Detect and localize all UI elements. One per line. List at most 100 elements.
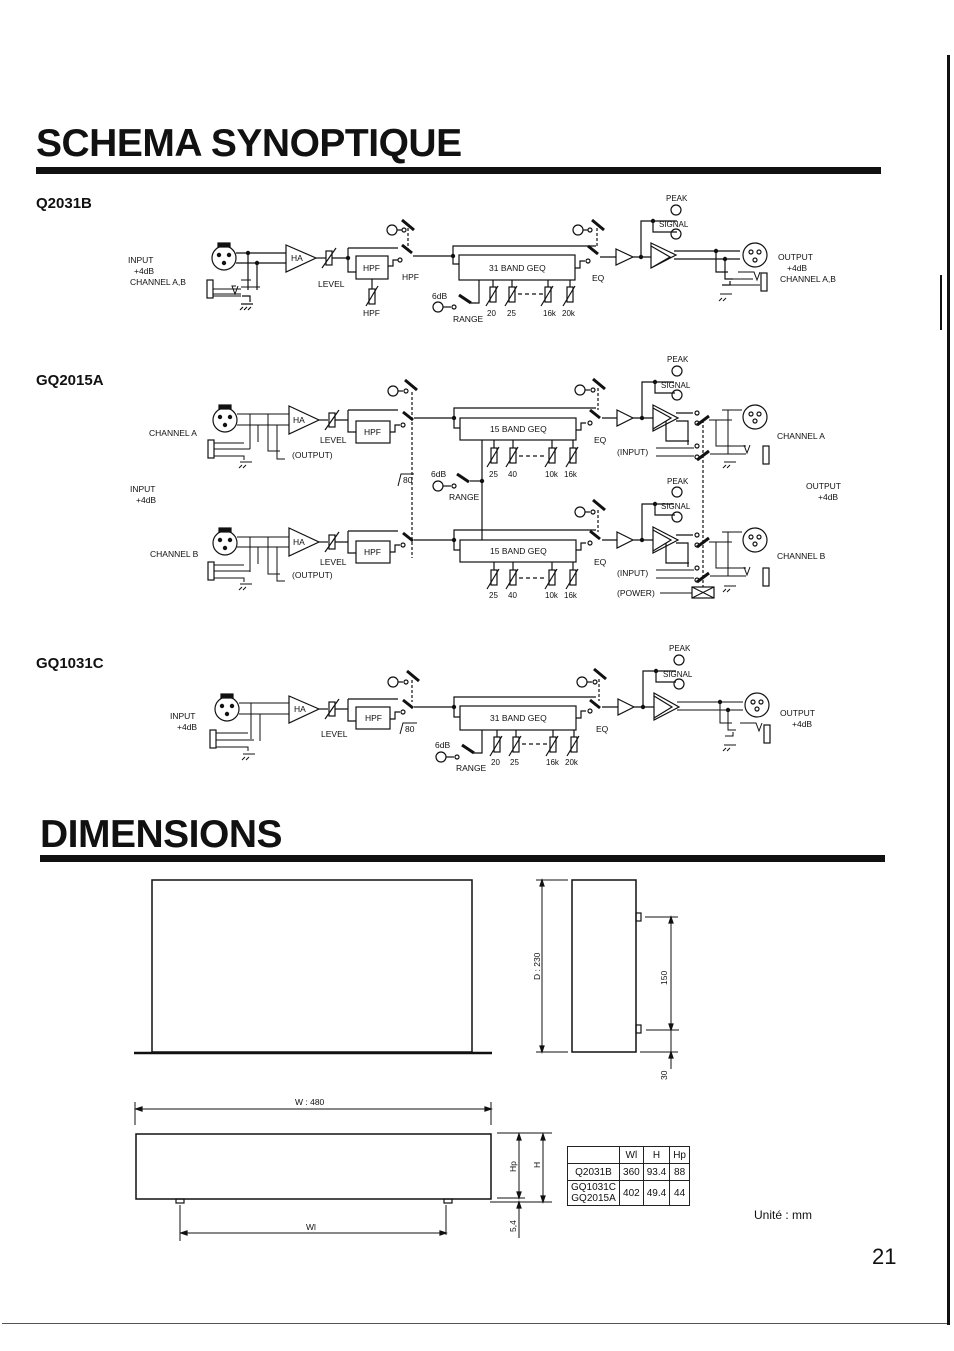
depth-label: D : 230 [532,952,542,980]
hpf-box-label: HPF [365,713,382,723]
hpf-box-label: HPF [364,547,381,557]
hpf-freq-label: 80 [403,475,413,485]
channel-a-output-label: CHANNEL A [777,431,825,441]
output-label: OUTPUT [778,252,813,262]
channel-a-front: HA LEVEL (OUTPUT) HPF [207,378,454,469]
xlr-output-icon [742,242,768,268]
signal-label: SIGNAL [659,220,689,229]
peak-led-icon [673,654,685,666]
led-icon [574,506,586,518]
band-label: 16k [546,758,560,767]
buffer-amp-icon [602,698,654,716]
input-label: INPUT [128,255,154,265]
band-label: 10k [545,470,559,479]
output-label: OUTPUT [806,481,841,491]
table-cell-model: GQ1031C GQ2015A [566,1180,621,1206]
jack-input-icon [207,439,215,459]
unit-note: Unité : mm [754,1208,813,1222]
table-header [566,1146,621,1164]
band-pots [485,280,576,307]
rack-spacing-label: 150 [659,971,669,985]
output-tap-label: (OUTPUT) [292,450,333,460]
band-pots [486,562,579,590]
table-header: Wl [619,1146,644,1164]
jack-output-icon [760,272,768,292]
level-label: LEVEL [320,557,347,567]
output-label: OUTPUT [780,708,815,718]
table-row: Q2031B 360 93.4 88 [566,1163,690,1181]
ground-icon [241,753,255,761]
signal-led-icon [671,511,683,523]
table-cell: 360 [619,1163,644,1181]
band-label: 40 [508,470,517,479]
hpf-box-label: HPF [364,427,381,437]
led-icon [572,224,584,236]
level-label: LEVEL [321,729,348,739]
band-label: 20k [565,758,579,767]
eq-switch-icon [589,408,601,420]
block-diagrams: INPUT +4dB CHANNEL A,B HA LEVEL HPF HPF … [128,194,841,1241]
ha-label: HA [291,253,303,263]
buffer-amp-icon [602,409,653,427]
channel-b-front: HA LEVEL (OUTPUT) HPF [207,527,454,591]
front-view-outline [135,1133,492,1200]
range-label: RANGE [449,492,480,502]
input-tap-label: (INPUT) [617,447,648,457]
led-icon [576,676,588,688]
diagram-gq2015a: CHANNEL A INPUT +4dB CHANNEL B HA LEVEL … [130,355,841,600]
peak-led-icon [671,486,683,498]
channel-b-output-label: CHANNEL B [777,551,826,561]
eq-label: EQ [596,724,609,734]
peak-label: PEAK [666,194,688,203]
table-cell: 49.4 [642,1180,671,1206]
table-header: Hp [669,1146,690,1164]
dimensions-table: Wl H Hp Q2031B 360 93.4 88 GQ1031C GQ201… [566,1146,690,1206]
table-cell: 88 [669,1163,690,1181]
geq-label: 31 BAND GEQ [490,713,547,723]
output-level: +4dB [792,719,812,729]
range-label: RANGE [456,763,487,773]
input-level: +4dB [136,495,156,505]
jack-input-icon [207,561,215,581]
band-label: 10k [545,591,559,600]
side-view-outline [571,879,637,1053]
geq-label: 31 BAND GEQ [489,263,546,273]
eq-switch-icon [587,244,599,256]
input-level: +4dB [134,266,154,276]
hpf-box-label: HPF [363,263,380,273]
width-label: W : 480 [295,1097,325,1107]
table-cell-model: Q2031B [566,1163,621,1181]
output-level: +4dB [818,492,838,502]
hpf-switch-icon [401,243,413,255]
led-icon [386,224,398,236]
band-label: 16k [564,470,578,479]
input-channel: CHANNEL A,B [130,277,186,287]
signal-label: SIGNAL [663,670,693,679]
hp-label: Hp [508,1161,518,1172]
led-icon [387,385,399,397]
channel-b-label: CHANNEL B [150,549,199,559]
level-label: LEVEL [320,435,347,445]
table-cell: 402 [619,1180,644,1206]
jack-output-icon [763,724,771,744]
led-icon [432,480,444,492]
model-name: GQ1031C [571,1182,617,1193]
input-label: INPUT [170,711,196,721]
rear-offset-label: 30 [659,1070,669,1080]
output-channel: CHANNEL A,B [780,274,836,284]
band-label: 20 [491,758,500,767]
level-label: LEVEL [318,279,345,289]
hpf-pot-label: HPF [363,308,380,318]
led-icon [574,384,586,396]
xlr-input-icon [211,245,237,271]
peak-label: PEAK [669,644,691,653]
jack-input-icon [209,729,217,749]
signal-led-icon [673,678,685,690]
band-pots [489,730,580,757]
xlr-output-icon [744,692,770,718]
diagram-gq1031c: INPUT +4dB HA LEVEL HPF 80 31 BAND GEQ E… [170,644,815,773]
led-icon [435,751,447,763]
h-label: H [532,1162,542,1168]
input-level: +4dB [177,722,197,732]
table-header: H [642,1146,671,1164]
